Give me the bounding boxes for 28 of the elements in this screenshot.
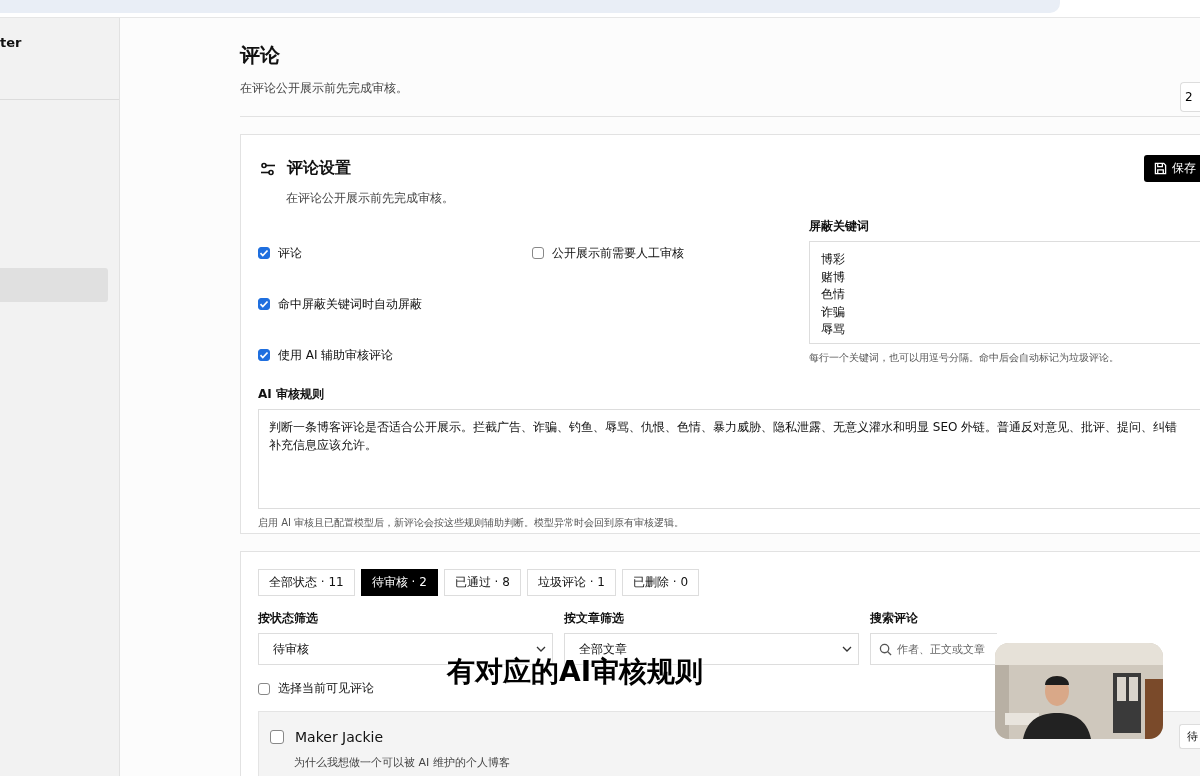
checkbox-option[interactable]: 评论 <box>258 236 532 270</box>
settings-subtitle: 在评论公开展示前先完成审核。 <box>286 190 455 207</box>
status-tab[interactable]: 待审核 · 2 <box>360 569 438 596</box>
checkbox-option[interactable]: 命中屏蔽关键词时自动屏蔽 <box>258 287 532 321</box>
status-tab[interactable]: 已通过 · 8 <box>443 569 521 596</box>
keywords-field[interactable]: 博彩 赌博 色情 诈骗 辱骂 <box>809 241 1200 344</box>
filter-label: 按状态筛选 <box>258 610 319 627</box>
page-button[interactable]: 2 <box>1180 82 1200 112</box>
site-name: ter <box>0 35 22 50</box>
checkbox-option[interactable]: 使用 AI 辅助审核评论 <box>258 338 532 372</box>
rules-field[interactable]: 判断一条博客评论是否适合公开展示。拦截广告、诈骗、钓鱼、辱骂、仇恨、色情、暴力威胁、隐私泄露、无意义灌水和明显 SEO 外链。普通反对意见、批评、提问、纠错 补充信息应该允许。 <box>258 409 1200 509</box>
comment-author: Maker Jackie <box>295 728 385 745</box>
field-label: AI 审核规则 <box>258 386 325 403</box>
status-tab[interactable]: 已删除 · 0 <box>621 569 700 596</box>
settings-title: 评论设置 <box>287 158 352 179</box>
checkbox-option[interactable]: 公开展示前需要人工审核 <box>532 236 806 270</box>
status-badge: 待 <box>1179 724 1200 749</box>
field-hint: 启用 AI 审核且已配置模型后，新评论会按这些规则辅助判断。模型异常时会回到原有审核逻辑。 <box>258 516 686 530</box>
filter-label: 按文章筛选 <box>564 610 625 627</box>
page-subtitle: 在评论公开展示前先完成审核。 <box>240 80 408 97</box>
field-label: 屏蔽关键词 <box>809 218 870 235</box>
page-title: 评论 <box>240 42 281 69</box>
filter-label: 搜索评论 <box>870 610 919 627</box>
status-tab[interactable]: 垃圾评论 · 1 <box>526 569 616 596</box>
save-button[interactable]: 保存 <box>1144 155 1200 182</box>
status-tab[interactable]: 全部状态 · 11 <box>258 569 355 596</box>
field-hint: 每行一个关键词，也可以用逗号分隔。命中后会自动标记为垃圾评论。 <box>809 351 1120 365</box>
post-title: 为什么我想做一个可以被 AI 维护的个人博客 <box>294 755 511 770</box>
